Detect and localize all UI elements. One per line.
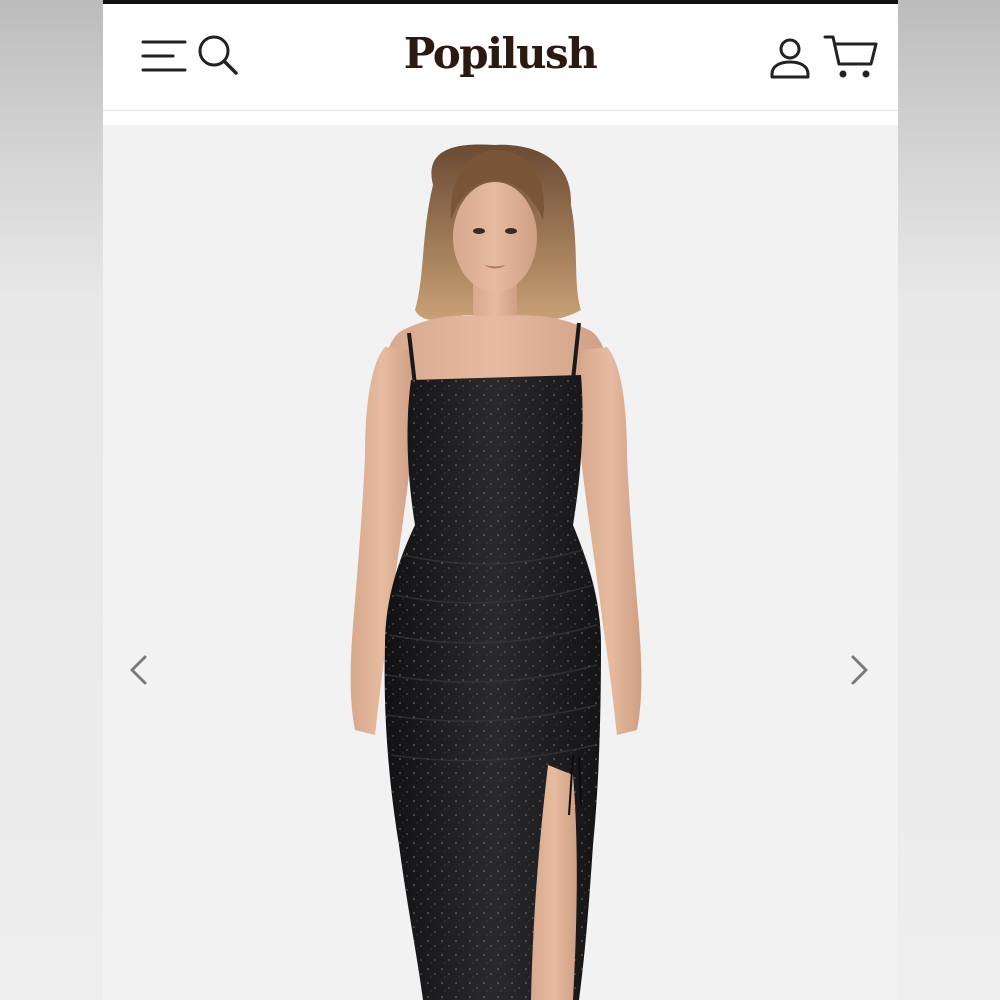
cart-icon[interactable]	[823, 32, 879, 82]
header-spacer	[103, 111, 898, 125]
search-icon[interactable]	[196, 33, 240, 77]
chevron-left-icon[interactable]	[121, 645, 157, 695]
site-header: Popilush	[103, 4, 898, 111]
background-blur-left	[0, 0, 103, 1000]
hamburger-menu-icon[interactable]	[141, 37, 187, 75]
brand-logo[interactable]: Popilush	[350, 26, 650, 82]
background-blur-right	[897, 0, 1000, 1000]
account-icon[interactable]	[768, 35, 812, 81]
product-photo	[350, 144, 642, 1000]
mobile-page: Popilush	[103, 0, 898, 1000]
product-gallery	[103, 125, 898, 1000]
chevron-right-icon[interactable]	[841, 645, 877, 695]
